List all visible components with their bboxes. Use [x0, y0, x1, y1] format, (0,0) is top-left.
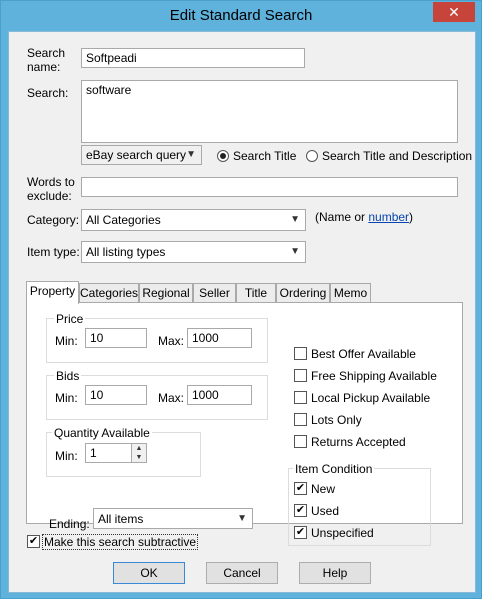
- price-max-label: Max:: [158, 334, 185, 348]
- bids-max-label: Max:: [158, 391, 185, 405]
- category-hint-prefix: (Name or: [315, 210, 369, 224]
- local-pickup-label: Local Pickup Available: [311, 391, 431, 405]
- condition-unspecified-label: Unspecified: [311, 526, 374, 540]
- search-textarea[interactable]: software: [81, 80, 458, 143]
- condition-new-checkbox[interactable]: ✔: [294, 482, 307, 495]
- search-title-desc-label: Search Title and Description: [322, 149, 473, 163]
- bids-max-input[interactable]: 1000: [187, 385, 252, 405]
- tab-ordering[interactable]: Ordering: [276, 283, 330, 303]
- title-bar: Edit Standard Search ✕: [1, 1, 481, 31]
- exclude-label: Words to exclude:: [27, 175, 75, 203]
- search-title-desc-radio[interactable]: [306, 150, 318, 162]
- search-title-label: Search Title: [233, 149, 297, 163]
- tab-property[interactable]: Property: [26, 281, 79, 304]
- free-shipping-label: Free Shipping Available: [311, 369, 437, 383]
- spin-down-icon[interactable]: ▼: [132, 453, 146, 462]
- tab-seller[interactable]: Seller: [193, 283, 236, 303]
- ending-label: Ending:: [49, 517, 90, 531]
- query-type-select[interactable]: eBay search query ▼: [81, 145, 202, 165]
- search-name-label: Search name:: [27, 46, 66, 74]
- item-condition-label: Item Condition: [293, 462, 375, 476]
- subtractive-checkbox[interactable]: ✔: [27, 535, 40, 548]
- lots-only-label: Lots Only: [311, 413, 362, 427]
- condition-used-label: Used: [311, 504, 340, 518]
- best-offer-label: Best Offer Available: [311, 347, 416, 361]
- search-title-radio[interactable]: [217, 150, 229, 162]
- bids-min-label: Min:: [55, 391, 78, 405]
- quantity-label: Quantity Available: [52, 426, 152, 440]
- tab-title[interactable]: Title: [236, 283, 276, 303]
- condition-new-label: New: [311, 482, 336, 496]
- item-type-label: Item type:: [27, 245, 80, 259]
- property-panel: Price Min: 10 Max: 1000 Bids Min: 10 Max…: [26, 302, 463, 546]
- exclude-input[interactable]: [81, 177, 458, 197]
- chevron-down-icon: ▼: [237, 513, 247, 524]
- ending-select[interactable]: All items ▼: [93, 508, 253, 529]
- best-offer-checkbox[interactable]: [294, 347, 307, 360]
- window-title: Edit Standard Search: [169, 7, 313, 24]
- item-type-value: All listing types: [86, 245, 166, 259]
- returns-accepted-checkbox[interactable]: [294, 435, 307, 448]
- close-button[interactable]: ✕: [433, 2, 475, 22]
- search-name-input[interactable]: Softpeadi: [81, 48, 305, 68]
- ending-value: All items: [98, 512, 144, 526]
- price-label: Price: [54, 312, 86, 326]
- tab-categories[interactable]: Categories: [79, 283, 139, 303]
- search-label: Search:: [27, 86, 69, 100]
- lots-only-checkbox[interactable]: [294, 413, 307, 426]
- chevron-down-icon: ▼: [186, 149, 196, 160]
- spinner-buttons[interactable]: ▲ ▼: [131, 444, 146, 462]
- tab-memo[interactable]: Memo: [330, 283, 371, 303]
- bids-label: Bids: [54, 369, 82, 383]
- quantity-value: 1: [90, 446, 97, 460]
- dialog-body: Search name: Softpeadi Search: software …: [8, 31, 476, 593]
- tab-regional[interactable]: Regional: [139, 283, 193, 303]
- dialog-window: Edit Standard Search ✕ Search name: Soft…: [0, 0, 482, 599]
- chevron-down-icon: ▼: [290, 214, 300, 225]
- spin-up-icon[interactable]: ▲: [132, 444, 146, 453]
- category-select[interactable]: All Categories ▼: [81, 209, 306, 231]
- price-max-input[interactable]: 1000: [187, 328, 252, 348]
- condition-used-checkbox[interactable]: ✔: [294, 504, 307, 517]
- category-value: All Categories: [86, 213, 161, 227]
- help-button[interactable]: Help: [299, 562, 371, 584]
- free-shipping-checkbox[interactable]: [294, 369, 307, 382]
- category-hint-suffix: ): [409, 210, 414, 224]
- number-link[interactable]: number: [368, 210, 409, 224]
- local-pickup-checkbox[interactable]: [294, 391, 307, 404]
- category-label: Category:: [27, 213, 80, 227]
- ok-button[interactable]: OK: [113, 562, 185, 584]
- cancel-button[interactable]: Cancel: [206, 562, 278, 584]
- price-min-label: Min:: [55, 334, 78, 348]
- bids-min-input[interactable]: 10: [85, 385, 147, 405]
- price-min-input[interactable]: 10: [85, 328, 147, 348]
- quantity-stepper[interactable]: 1 ▲ ▼: [85, 443, 147, 463]
- item-type-select[interactable]: All listing types ▼: [81, 241, 306, 263]
- query-type-value: eBay search query: [86, 148, 187, 162]
- returns-accepted-label: Returns Accepted: [311, 435, 406, 449]
- condition-unspecified-checkbox[interactable]: ✔: [294, 526, 307, 539]
- quantity-min-label: Min:: [55, 449, 78, 463]
- category-hint: (Name or number): [315, 210, 413, 224]
- subtractive-label: Make this search subtractive: [42, 534, 199, 550]
- chevron-down-icon: ▼: [290, 246, 300, 257]
